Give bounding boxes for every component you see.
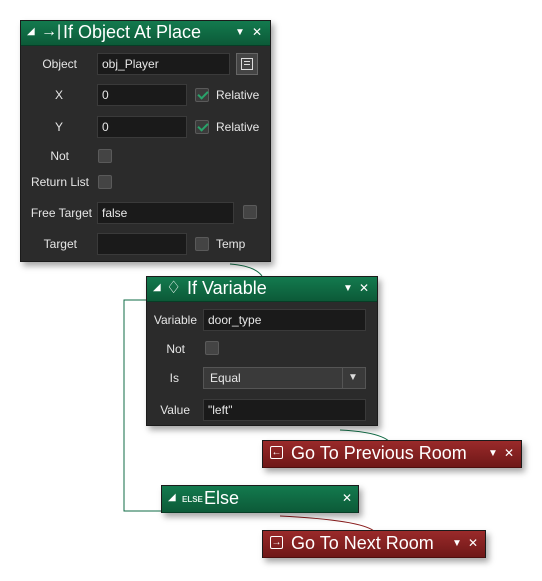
- close-icon[interactable]: ✕: [252, 25, 262, 39]
- x-relative-checkbox[interactable]: [195, 88, 209, 102]
- is-label: Is: [169, 371, 179, 385]
- list-icon: [241, 58, 253, 70]
- target-label: Target: [43, 237, 77, 251]
- else-block: ◢ ELSE Else ✕: [161, 485, 359, 513]
- if-variable-header[interactable]: ◢ ♢ If Variable ▼ ✕: [147, 277, 377, 302]
- object-label: Object: [42, 57, 77, 71]
- go-to-next-room-header[interactable]: → Go To Next Room ▼ ✕: [263, 531, 485, 558]
- is-dropdown-value: Equal: [210, 371, 241, 385]
- variable-icon: ♢: [166, 278, 182, 297]
- value-label: Value: [160, 403, 190, 417]
- free-target-label: Free Target: [30, 206, 92, 220]
- x-label: X: [54, 88, 63, 102]
- variable-field[interactable]: door_type: [203, 309, 366, 331]
- else-icon: ELSE: [182, 495, 203, 504]
- x-field[interactable]: 0: [97, 84, 187, 106]
- temp-label: Temp: [216, 237, 246, 251]
- dropdown-arrow-icon[interactable]: ▼: [343, 283, 353, 294]
- value-field[interactable]: "left": [203, 399, 366, 421]
- dropdown-arrow-icon[interactable]: ▼: [452, 538, 462, 549]
- target-field[interactable]: [97, 233, 187, 255]
- if-object-at-place-header[interactable]: ◢ →| If Object At Place ▼ ✕: [21, 21, 270, 46]
- panel-title: Else: [204, 488, 240, 508]
- go-to-previous-room-header[interactable]: ← Go To Previous Room ▼ ✕: [263, 441, 521, 468]
- return-list-label: Return List: [30, 175, 89, 189]
- close-icon[interactable]: ✕: [342, 491, 352, 505]
- y-label: Y: [54, 120, 63, 134]
- object-place-icon: →|: [41, 23, 62, 40]
- y-relative-label: Relative: [216, 120, 260, 134]
- y-relative-checkbox[interactable]: [195, 120, 209, 134]
- go-to-previous-room-action: ← Go To Previous Room ▼ ✕: [262, 440, 522, 468]
- variable-label: Variable: [153, 313, 197, 327]
- else-header[interactable]: ◢ ELSE Else ✕: [162, 486, 358, 513]
- if-object-at-place-panel: ◢ →| If Object At Place ▼ ✕ Object obj_P…: [20, 20, 271, 262]
- object-picker-button[interactable]: [236, 53, 258, 75]
- collapse-arrow-icon[interactable]: ◢: [153, 282, 161, 293]
- object-field[interactable]: obj_Player: [97, 53, 230, 75]
- y-field[interactable]: 0: [97, 116, 187, 138]
- not-checkbox[interactable]: [205, 341, 219, 355]
- close-icon[interactable]: ✕: [359, 281, 369, 295]
- panel-title: If Variable: [187, 278, 267, 298]
- collapse-arrow-icon[interactable]: ◢: [27, 26, 35, 37]
- go-to-next-room-action: → Go To Next Room ▼ ✕: [262, 530, 486, 558]
- action-title: Go To Previous Room: [291, 443, 467, 463]
- not-checkbox[interactable]: [98, 149, 112, 163]
- not-label: Not: [166, 342, 185, 356]
- is-dropdown[interactable]: Equal ▼: [203, 367, 366, 389]
- return-list-checkbox[interactable]: [98, 175, 112, 189]
- panel-title: If Object At Place: [63, 22, 202, 42]
- if-variable-panel: ◢ ♢ If Variable ▼ ✕ Variable door_type N…: [146, 276, 378, 426]
- close-icon[interactable]: ✕: [504, 446, 514, 460]
- x-relative-label: Relative: [216, 88, 260, 102]
- room-next-icon: →: [270, 536, 283, 549]
- close-icon[interactable]: ✕: [468, 536, 478, 550]
- dropdown-button[interactable]: ▼: [342, 368, 365, 388]
- free-target-field[interactable]: false: [97, 202, 234, 224]
- dropdown-arrow-icon[interactable]: ▼: [235, 27, 245, 38]
- dropdown-arrow-icon[interactable]: ▼: [488, 448, 498, 459]
- free-target-checkbox[interactable]: [243, 205, 257, 219]
- temp-checkbox[interactable]: [195, 237, 209, 251]
- room-previous-icon: ←: [270, 446, 283, 459]
- action-title: Go To Next Room: [291, 533, 434, 553]
- not-label: Not: [50, 149, 69, 163]
- collapse-arrow-icon[interactable]: ◢: [168, 492, 176, 503]
- chevron-down-icon: ▼: [348, 372, 358, 383]
